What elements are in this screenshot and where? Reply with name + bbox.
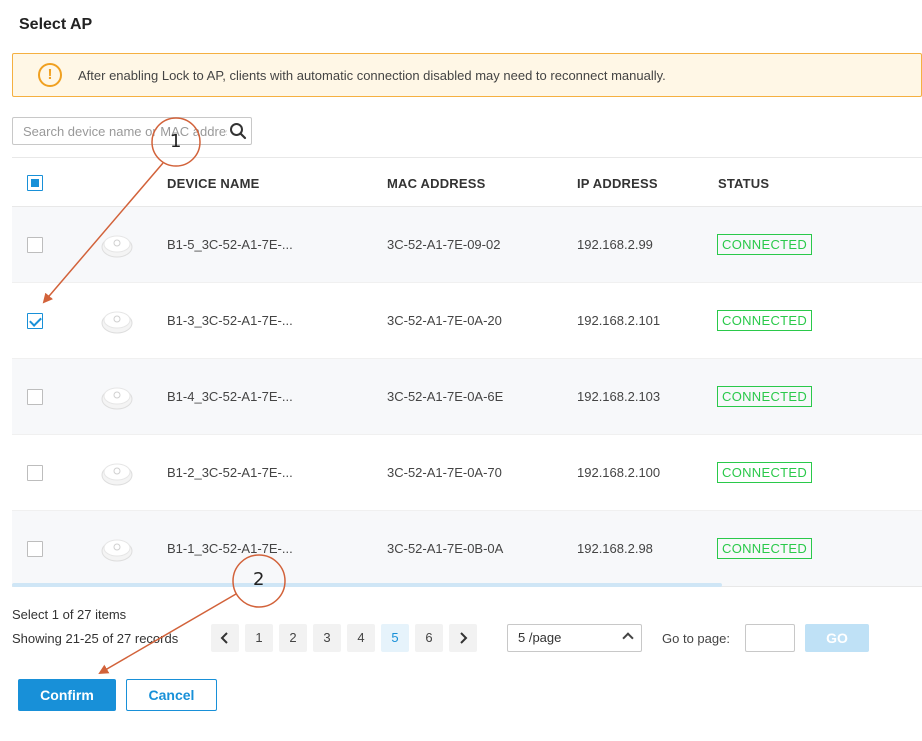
mac-address: 3C-52-A1-7E-0B-0A bbox=[387, 541, 504, 556]
search-box bbox=[12, 117, 252, 145]
device-name: B1-2_3C-52-A1-7E-... bbox=[167, 465, 293, 480]
column-header-mac-address[interactable]: MAC ADDRESS bbox=[387, 176, 486, 191]
ip-address: 192.168.2.100 bbox=[577, 465, 661, 480]
chevron-left-icon bbox=[220, 632, 228, 644]
warning-icon: ! bbox=[38, 63, 62, 87]
table-row[interactable]: B1-5_3C-52-A1-7E-... 3C-52-A1-7E-09-02 1… bbox=[12, 207, 922, 283]
access-point-icon bbox=[101, 463, 133, 486]
ap-table: DEVICE NAME MAC ADDRESS IP ADDRESS STATU… bbox=[12, 157, 922, 587]
confirm-button[interactable]: Confirm bbox=[18, 679, 116, 711]
table-row[interactable]: B1-1_3C-52-A1-7E-... 3C-52-A1-7E-0B-0A 1… bbox=[12, 511, 922, 587]
access-point-icon bbox=[101, 539, 133, 562]
row-checkbox[interactable] bbox=[27, 465, 43, 481]
table-row[interactable]: B1-4_3C-52-A1-7E-... 3C-52-A1-7E-0A-6E 1… bbox=[12, 359, 922, 435]
records-summary: Showing 21-25 of 27 records bbox=[12, 631, 179, 646]
page-button-4[interactable]: 4 bbox=[347, 624, 375, 652]
horizontal-scrollbar[interactable] bbox=[12, 583, 722, 587]
mac-address: 3C-52-A1-7E-0A-20 bbox=[387, 313, 502, 328]
mac-address: 3C-52-A1-7E-09-02 bbox=[387, 237, 501, 252]
warning-text: After enabling Lock to AP, clients with … bbox=[78, 68, 666, 83]
ip-address: 192.168.2.103 bbox=[577, 389, 661, 404]
row-checkbox[interactable] bbox=[27, 313, 43, 329]
chevron-up-icon bbox=[622, 632, 634, 644]
goto-page-input[interactable] bbox=[745, 624, 795, 652]
selection-count: Select 1 of 27 items bbox=[12, 607, 127, 622]
cancel-button[interactable]: Cancel bbox=[126, 679, 217, 711]
prev-page-button[interactable] bbox=[211, 624, 239, 652]
device-name: B1-5_3C-52-A1-7E-... bbox=[167, 237, 293, 252]
page-button-6[interactable]: 6 bbox=[415, 624, 443, 652]
pagination: 1 2 3 4 5 6 bbox=[211, 624, 477, 652]
status-badge: CONNECTED bbox=[717, 462, 813, 483]
table-row[interactable]: B1-3_3C-52-A1-7E-... 3C-52-A1-7E-0A-20 1… bbox=[12, 283, 922, 359]
search-icon[interactable] bbox=[229, 122, 247, 140]
page-button-2[interactable]: 2 bbox=[279, 624, 307, 652]
column-header-device-name[interactable]: DEVICE NAME bbox=[167, 176, 260, 191]
device-name: B1-4_3C-52-A1-7E-... bbox=[167, 389, 293, 404]
device-name: B1-3_3C-52-A1-7E-... bbox=[167, 313, 293, 328]
search-input[interactable] bbox=[13, 118, 227, 144]
select-all-checkbox[interactable] bbox=[27, 175, 43, 191]
chevron-right-icon bbox=[460, 632, 468, 644]
status-badge: CONNECTED bbox=[717, 234, 813, 255]
page-button-3[interactable]: 3 bbox=[313, 624, 341, 652]
row-checkbox[interactable] bbox=[27, 237, 43, 253]
go-button[interactable]: GO bbox=[805, 624, 869, 652]
annotation-label-2: 2 bbox=[253, 569, 265, 590]
dialog-title: Select AP bbox=[19, 16, 93, 33]
ip-address: 192.168.2.98 bbox=[577, 541, 653, 556]
page-size-value: 5 /page bbox=[518, 630, 562, 645]
annotation-label-1: 1 bbox=[170, 131, 182, 152]
status-badge: CONNECTED bbox=[717, 538, 813, 559]
warning-banner: ! After enabling Lock to AP, clients wit… bbox=[12, 53, 922, 97]
goto-page-label: Go to page: bbox=[662, 631, 730, 646]
ip-address: 192.168.2.99 bbox=[577, 237, 653, 252]
table-header: DEVICE NAME MAC ADDRESS IP ADDRESS STATU… bbox=[12, 157, 922, 207]
row-checkbox[interactable] bbox=[27, 389, 43, 405]
row-checkbox[interactable] bbox=[27, 541, 43, 557]
status-badge: CONNECTED bbox=[717, 386, 813, 407]
next-page-button[interactable] bbox=[449, 624, 477, 652]
status-badge: CONNECTED bbox=[717, 310, 813, 331]
page-button-1[interactable]: 1 bbox=[245, 624, 273, 652]
mac-address: 3C-52-A1-7E-0A-70 bbox=[387, 465, 502, 480]
device-name: B1-1_3C-52-A1-7E-... bbox=[167, 541, 293, 556]
mac-address: 3C-52-A1-7E-0A-6E bbox=[387, 389, 504, 404]
column-header-status[interactable]: STATUS bbox=[718, 176, 769, 191]
access-point-icon bbox=[101, 311, 133, 334]
access-point-icon bbox=[101, 387, 133, 410]
table-row[interactable]: B1-2_3C-52-A1-7E-... 3C-52-A1-7E-0A-70 1… bbox=[12, 435, 922, 511]
column-header-ip-address[interactable]: IP ADDRESS bbox=[577, 176, 658, 191]
ip-address: 192.168.2.101 bbox=[577, 313, 661, 328]
page-size-select[interactable]: 5 /page bbox=[507, 624, 642, 652]
access-point-icon bbox=[101, 235, 133, 258]
page-button-5[interactable]: 5 bbox=[381, 624, 409, 652]
